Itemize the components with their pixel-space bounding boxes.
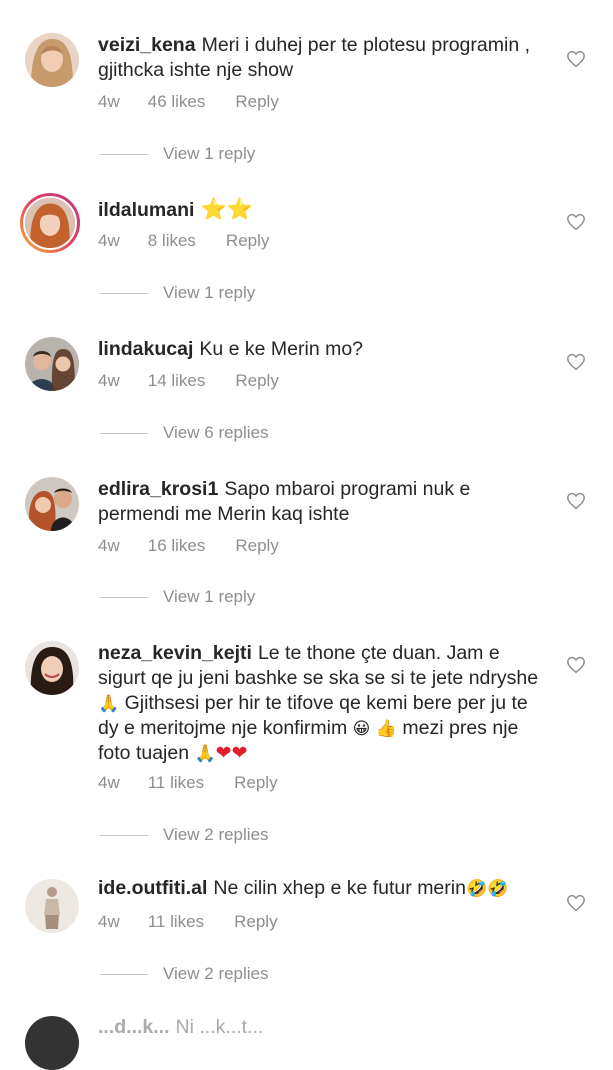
pray-emoji: 🙏 [194, 744, 216, 763]
reply-button[interactable]: Reply [234, 912, 277, 932]
comment-body: Ku e ke Merin mo? [199, 338, 364, 360]
view-replies-button[interactable]: View 6 replies [100, 423, 269, 443]
comment-username[interactable]: ...d...k... [98, 1016, 170, 1038]
comment-text: lindakucaj Ku e ke Merin mo? [98, 337, 548, 362]
reply-button[interactable]: Reply [235, 92, 278, 112]
view-replies-label: View 2 replies [163, 825, 269, 844]
star-emoji: ⭐⭐ [200, 198, 253, 221]
avatar-photo-icon [25, 33, 79, 87]
avatar-photo-icon [25, 879, 79, 933]
heart-outline-icon[interactable] [566, 213, 586, 231]
avatar[interactable] [25, 1016, 79, 1070]
comment-username[interactable]: ide.outfiti.al [98, 877, 207, 899]
comment-meta: 4w 11 likes Reply [98, 912, 278, 932]
comment-time: 4w [98, 231, 120, 250]
avatar[interactable] [25, 33, 79, 87]
avatar-photo-icon [25, 337, 79, 391]
view-replies-label: View 1 reply [163, 587, 256, 606]
comment-time: 4w [98, 371, 120, 390]
comment-username[interactable]: veizi_kena [98, 34, 196, 56]
divider-line [100, 974, 148, 976]
divider-line [100, 433, 148, 435]
pray-emoji: 🙏 [98, 694, 120, 713]
comment-username[interactable]: edlira_krosi1 [98, 478, 218, 500]
red-heart-emoji: ❤❤ [215, 743, 248, 764]
view-replies-label: View 1 reply [163, 283, 256, 302]
avatar-photo-icon [25, 641, 79, 695]
comment-username[interactable]: neza_kevin_kejti [98, 642, 252, 664]
divider-line [100, 154, 148, 156]
comment-likes[interactable]: 11 likes [148, 773, 204, 793]
view-replies-button[interactable]: View 2 replies [100, 964, 269, 984]
heart-outline-icon[interactable] [566, 894, 586, 912]
comment-likes[interactable]: 16 likes [148, 536, 206, 556]
comment-text: neza_kevin_kejti Le te thone çte duan. Ja… [98, 641, 548, 766]
comment-likes[interactable]: 8 likes [148, 231, 196, 251]
comment-time: 4w [98, 773, 120, 792]
view-replies-button[interactable]: View 2 replies [100, 825, 269, 845]
comment-meta: 4w 11 likes Reply [98, 773, 278, 793]
reply-button[interactable]: Reply [234, 773, 277, 793]
smile-emoji: 😀 [352, 719, 371, 738]
reply-button[interactable]: Reply [226, 231, 269, 251]
view-replies-button[interactable]: View 1 reply [100, 144, 255, 164]
avatar[interactable] [25, 337, 79, 391]
view-replies-button[interactable]: View 1 reply [100, 587, 255, 607]
avatar[interactable] [25, 641, 79, 695]
heart-outline-icon[interactable] [566, 492, 586, 510]
comment-likes[interactable]: 14 likes [148, 371, 206, 391]
comment-meta: 4w 8 likes Reply [98, 231, 269, 251]
heart-outline-icon[interactable] [566, 50, 586, 68]
divider-line [100, 597, 148, 599]
comment-username[interactable]: lindakucaj [98, 338, 193, 360]
view-replies-label: View 6 replies [163, 423, 269, 442]
avatar-photo-icon [25, 477, 79, 531]
comment-text: ide.outfiti.al Ne cilin xhep e ke futur m… [98, 876, 548, 901]
divider-line [100, 293, 148, 295]
laughing-emoji: 🤣🤣 [465, 879, 509, 898]
avatar[interactable] [25, 477, 79, 531]
comment-time: 4w [98, 912, 120, 931]
view-replies-label: View 2 replies [163, 964, 269, 983]
avatar[interactable] [20, 193, 80, 253]
comment-likes[interactable]: 11 likes [148, 912, 204, 932]
heart-outline-icon[interactable] [566, 656, 586, 674]
comment-meta: 4w 14 likes Reply [98, 371, 279, 391]
thumbs-up-emoji: 👍 [375, 719, 397, 738]
comment-likes[interactable]: 46 likes [148, 92, 206, 112]
comment-time: 4w [98, 92, 120, 111]
heart-outline-icon[interactable] [566, 353, 586, 371]
comment-time: 4w [98, 536, 120, 555]
avatar-photo-icon [25, 198, 75, 248]
comment-meta: 4w 46 likes Reply [98, 92, 279, 112]
divider-line [100, 835, 148, 837]
comment-text: edlira_krosi1 Sapo mbaroi programi nuk e … [98, 477, 548, 527]
comment-body: Ni ...k...t... [175, 1016, 264, 1038]
view-replies-label: View 1 reply [163, 144, 256, 163]
view-replies-button[interactable]: View 1 reply [100, 283, 255, 303]
comment-body: Ne cilin xhep e ke futur merin [213, 877, 466, 899]
comment-text: veizi_kena Meri i duhej per te plotesu pr… [98, 33, 548, 83]
comment-username[interactable]: ildalumani [98, 199, 194, 221]
comment-meta: 4w 16 likes Reply [98, 536, 279, 556]
reply-button[interactable]: Reply [235, 536, 278, 556]
reply-button[interactable]: Reply [235, 371, 278, 391]
comment-text: ildalumani ⭐⭐ [98, 197, 548, 223]
avatar[interactable] [25, 879, 79, 933]
comment-text: ...d...k... Ni ...k...t... [98, 1015, 548, 1040]
